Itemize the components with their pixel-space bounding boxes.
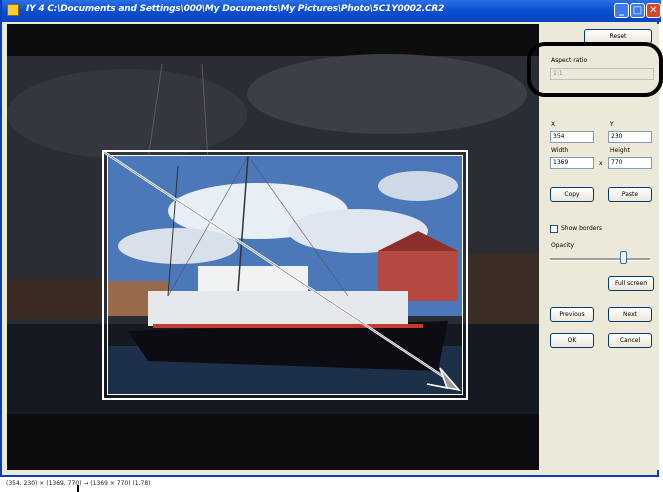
y-label: Y	[610, 121, 614, 128]
width-label: Width	[551, 147, 569, 154]
close-button[interactable]: ✕	[646, 3, 661, 18]
paste-button[interactable]: Paste	[608, 187, 652, 202]
width-field[interactable]: 1369	[550, 157, 594, 169]
window-title: IY 4 C:\Documents and Settings\000\My Do…	[26, 4, 445, 14]
times-sign: x	[599, 160, 603, 167]
minimize-button[interactable]: _	[614, 3, 629, 18]
pointer-mark	[77, 485, 79, 492]
height-field[interactable]: 770	[608, 157, 652, 169]
maximize-button[interactable]: □	[630, 3, 645, 18]
crop-area	[107, 155, 463, 395]
height-label: Height	[610, 147, 630, 154]
image-preview-canvas[interactable]	[7, 24, 539, 470]
crop-rectangle[interactable]	[102, 150, 468, 400]
status-bar: (354, 230) × (1369, 770) → (1369 × 770) …	[0, 477, 663, 492]
cropped-photo	[108, 156, 462, 394]
aspect-ratio-highlight-ring	[527, 42, 663, 97]
show-borders-label: Show borders	[561, 225, 603, 232]
opacity-label: Opacity	[551, 242, 575, 249]
x-label: X	[551, 121, 556, 128]
app-icon	[7, 4, 19, 16]
full-screen-button[interactable]: Full screen	[608, 276, 654, 291]
show-borders-checkbox[interactable]	[550, 225, 558, 233]
x-field[interactable]: 354	[550, 131, 594, 143]
ok-button[interactable]: OK	[550, 333, 594, 348]
previous-button[interactable]: Previous	[550, 307, 594, 322]
next-button[interactable]: Next	[608, 307, 652, 322]
y-field[interactable]: 230	[608, 131, 652, 143]
cancel-button[interactable]: Cancel	[608, 333, 652, 348]
title-bar[interactable]: IY 4 C:\Documents and Settings\000\My Do…	[2, 0, 661, 22]
copy-button[interactable]: Copy	[550, 187, 594, 202]
opacity-slider-thumb[interactable]	[620, 251, 627, 264]
opacity-slider-track[interactable]	[550, 258, 650, 261]
